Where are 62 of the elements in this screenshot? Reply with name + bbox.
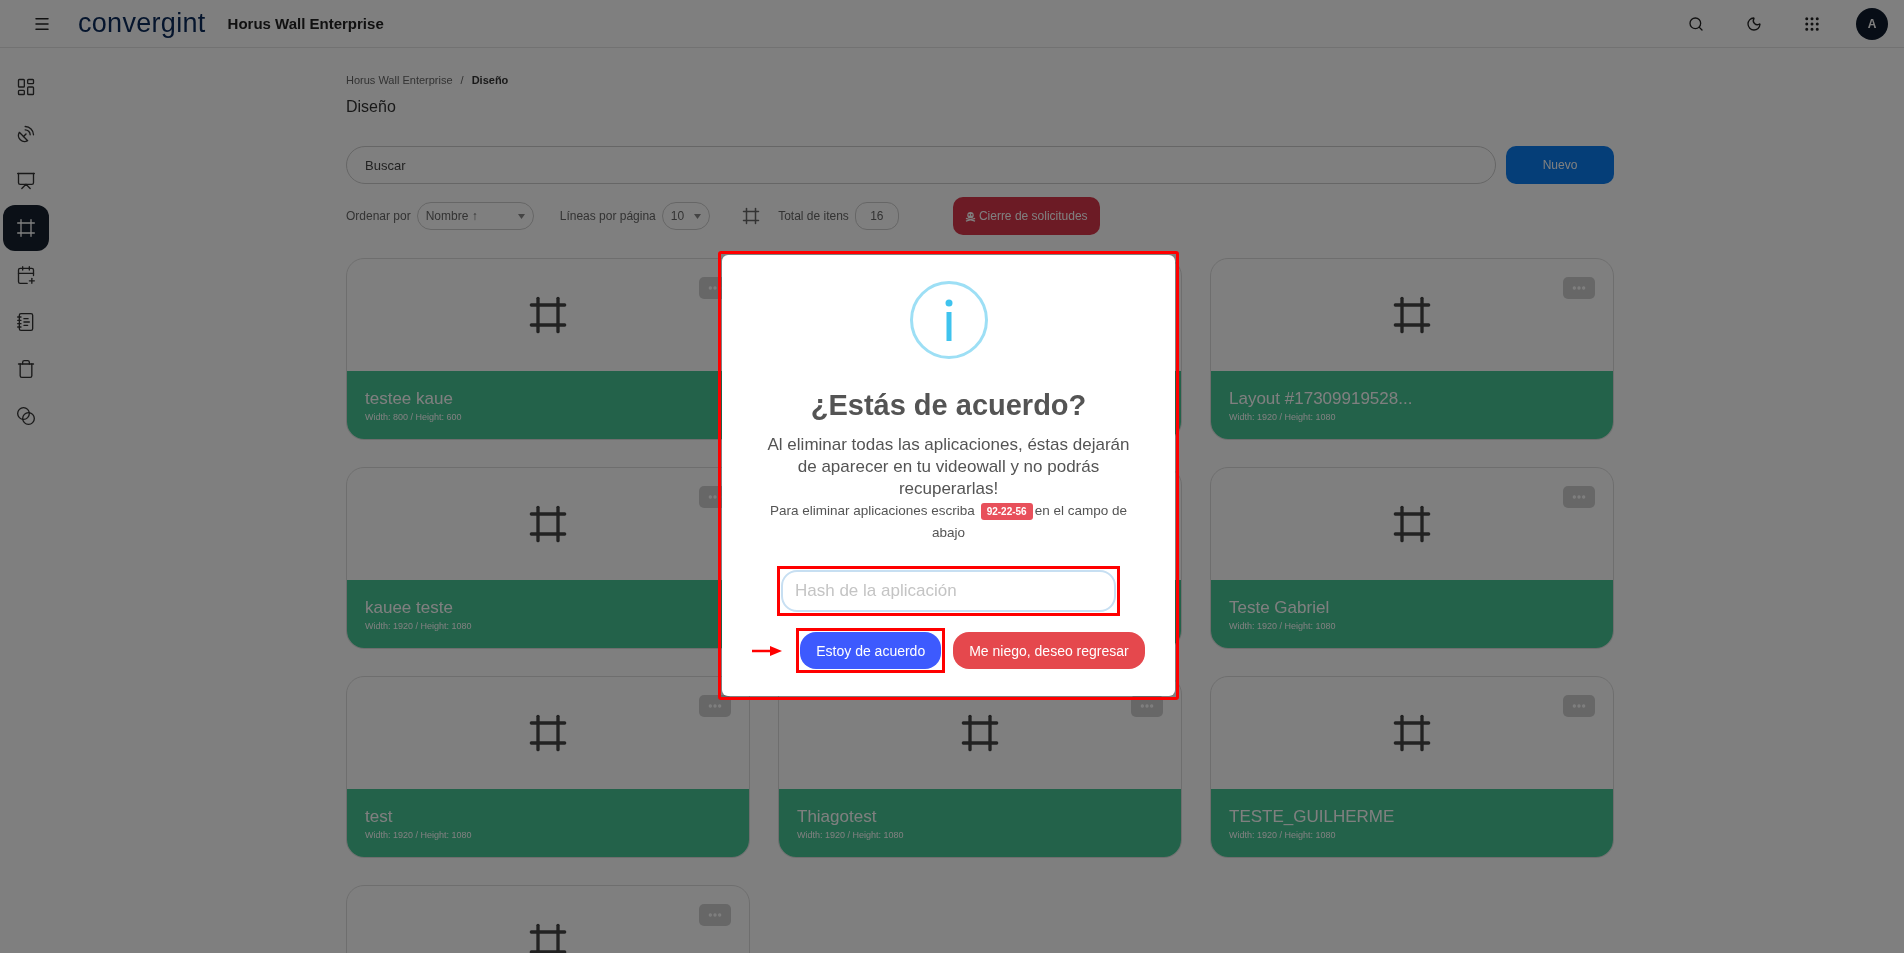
card-title: Thiagotest: [797, 806, 878, 827]
dialog-message: Al eliminar todas las aplicaciones, éstas dejarán de aparecer en tu videowall y no podrás recuperarlas!: [766, 434, 1131, 500]
frame-icon: [1392, 295, 1432, 335]
app-title: Horus Wall Enterprise: [227, 15, 384, 32]
card-dimensions: Width: 1920 / Height: 1080: [797, 829, 905, 840]
frame-icon: [960, 713, 1000, 753]
notebook-icon: [16, 312, 36, 332]
info-icon: [909, 281, 988, 359]
frame-icon: [528, 504, 568, 544]
hash-input[interactable]: Hash de la aplicación: [781, 570, 1116, 612]
overlapping-circles-icon: [16, 406, 36, 426]
agree-button[interactable]: Estoy de acuerdo: [800, 632, 942, 669]
annotation-arrow: [752, 645, 783, 656]
card-dimensions: Width: 800 / Height: 600: [365, 411, 463, 422]
monitor-icon: [16, 171, 36, 191]
sidebar-item[interactable]: [3, 205, 49, 251]
hint-text: Para eliminar aplicaciones escriba 92-22-56 en el campo de abajo: [769, 502, 1128, 542]
breadcrumb-link[interactable]: Horus Wall Enterprise: [346, 74, 453, 86]
frame-icon: [16, 218, 36, 238]
caret-icon: [517, 213, 525, 219]
layout-card[interactable]: TESTE_GUILHERME Width: 1920 / Height: 1080: [1210, 676, 1614, 858]
trash-icon: [16, 359, 36, 379]
frame-icon: [528, 713, 568, 753]
total-label: Total de itens: [778, 209, 849, 223]
card-title: kauee teste: [365, 597, 454, 618]
calendar-plus-icon: [16, 265, 36, 285]
card-title: TESTE_GUILHERME: [1229, 806, 1396, 827]
new-button[interactable]: Nuevo: [1506, 146, 1614, 184]
card-dimensions: Width: 1920 / Height: 1080: [1229, 620, 1337, 631]
breadcrumb-current: Diseño: [471, 74, 509, 86]
sort-label: Ordenar por: [346, 209, 411, 223]
card-dimensions: Width: 1920 / Height: 1080: [365, 620, 473, 631]
user-avatar[interactable]: A: [1856, 7, 1888, 40]
close-requests-button[interactable]: Cierre de solicitudes: [952, 197, 1100, 235]
code-badge: 92-22-56: [980, 503, 1033, 520]
card-title: testee kaue: [365, 388, 454, 409]
frame-icon: [742, 207, 761, 225]
cancel-button[interactable]: Me niego, deseo regresar: [953, 632, 1145, 669]
logo: convergint: [78, 8, 206, 39]
satellite-dish-icon: [16, 124, 36, 144]
skull-icon: [964, 210, 976, 222]
frame-icon: [528, 922, 568, 953]
caret-icon: [694, 213, 702, 219]
card-dimensions: Width: 1920 / Height: 1080: [1229, 829, 1337, 840]
breadcrumb-separator: /: [460, 74, 464, 86]
page-title: Diseño: [346, 98, 397, 116]
frame-icon: [1392, 504, 1432, 544]
dashboard-icon: [16, 77, 36, 97]
search-field[interactable]: Buscar: [346, 146, 1496, 184]
frame-icon: [528, 295, 568, 335]
card-title: Teste Gabriel: [1229, 597, 1331, 618]
layout-card[interactable]: Teste Gabriel Width: 1920 / Height: 1080: [1210, 467, 1614, 649]
total-count: 16: [854, 202, 899, 230]
card-title: test: [365, 806, 394, 827]
card-dimensions: Width: 1920 / Height: 1080: [365, 829, 473, 840]
card-title: Layout #17309919528...: [1229, 388, 1414, 409]
layout-card[interactable]: Layout #17309919528... Width: 1920 / Height: 1080: [1210, 258, 1614, 440]
frame-icon: [1392, 713, 1432, 753]
lines-label: Líneas por página: [559, 209, 656, 223]
dialog-title: ¿Estás de acuerdo?: [810, 389, 1087, 422]
card-dimensions: Width: 1920 / Height: 1080: [1229, 411, 1337, 422]
layout-card[interactable]: test Width: 1920 / Height: 1080: [346, 676, 750, 858]
